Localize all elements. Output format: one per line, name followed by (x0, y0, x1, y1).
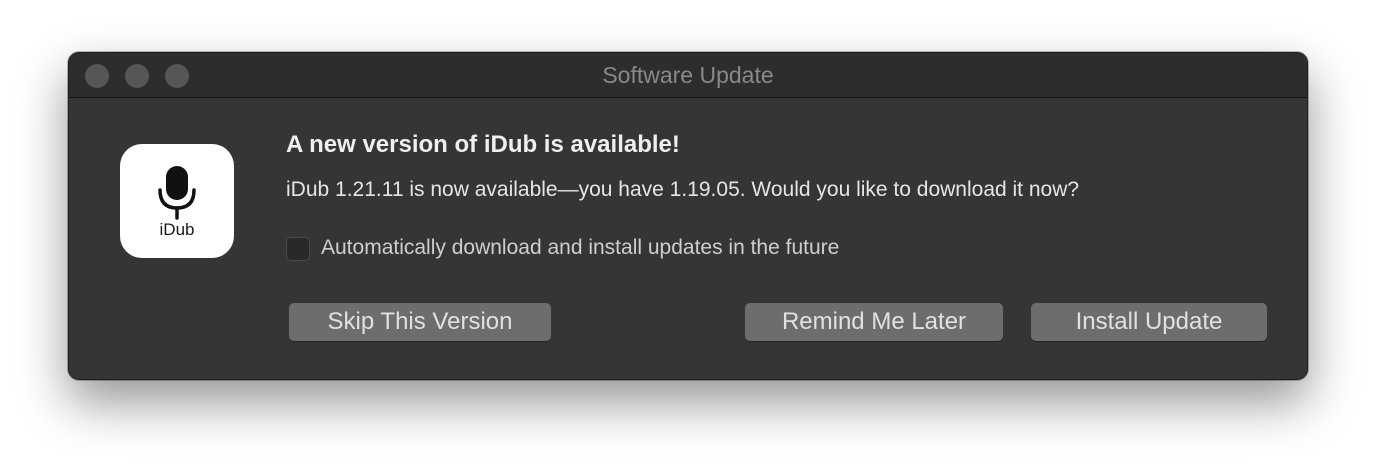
update-headline: A new version of iDub is available! (286, 131, 680, 158)
update-message: iDub 1.21.11 is now available—you have 1… (286, 178, 1080, 201)
auto-update-checkbox[interactable] (286, 237, 310, 261)
app-icon: iDub (120, 144, 234, 258)
skip-version-button[interactable]: Skip This Version (289, 303, 551, 341)
remind-later-button[interactable]: Remind Me Later (745, 303, 1003, 341)
title-bar[interactable]: Software Update (69, 53, 1307, 98)
auto-update-label[interactable]: Automatically download and install updat… (321, 236, 839, 260)
install-update-button[interactable]: Install Update (1031, 303, 1267, 341)
app-icon-label: iDub (159, 220, 195, 239)
microphone-icon (158, 166, 196, 220)
window-title: Software Update (602, 62, 774, 88)
software-update-window: Software Update iDub A new version of iD… (68, 52, 1308, 380)
